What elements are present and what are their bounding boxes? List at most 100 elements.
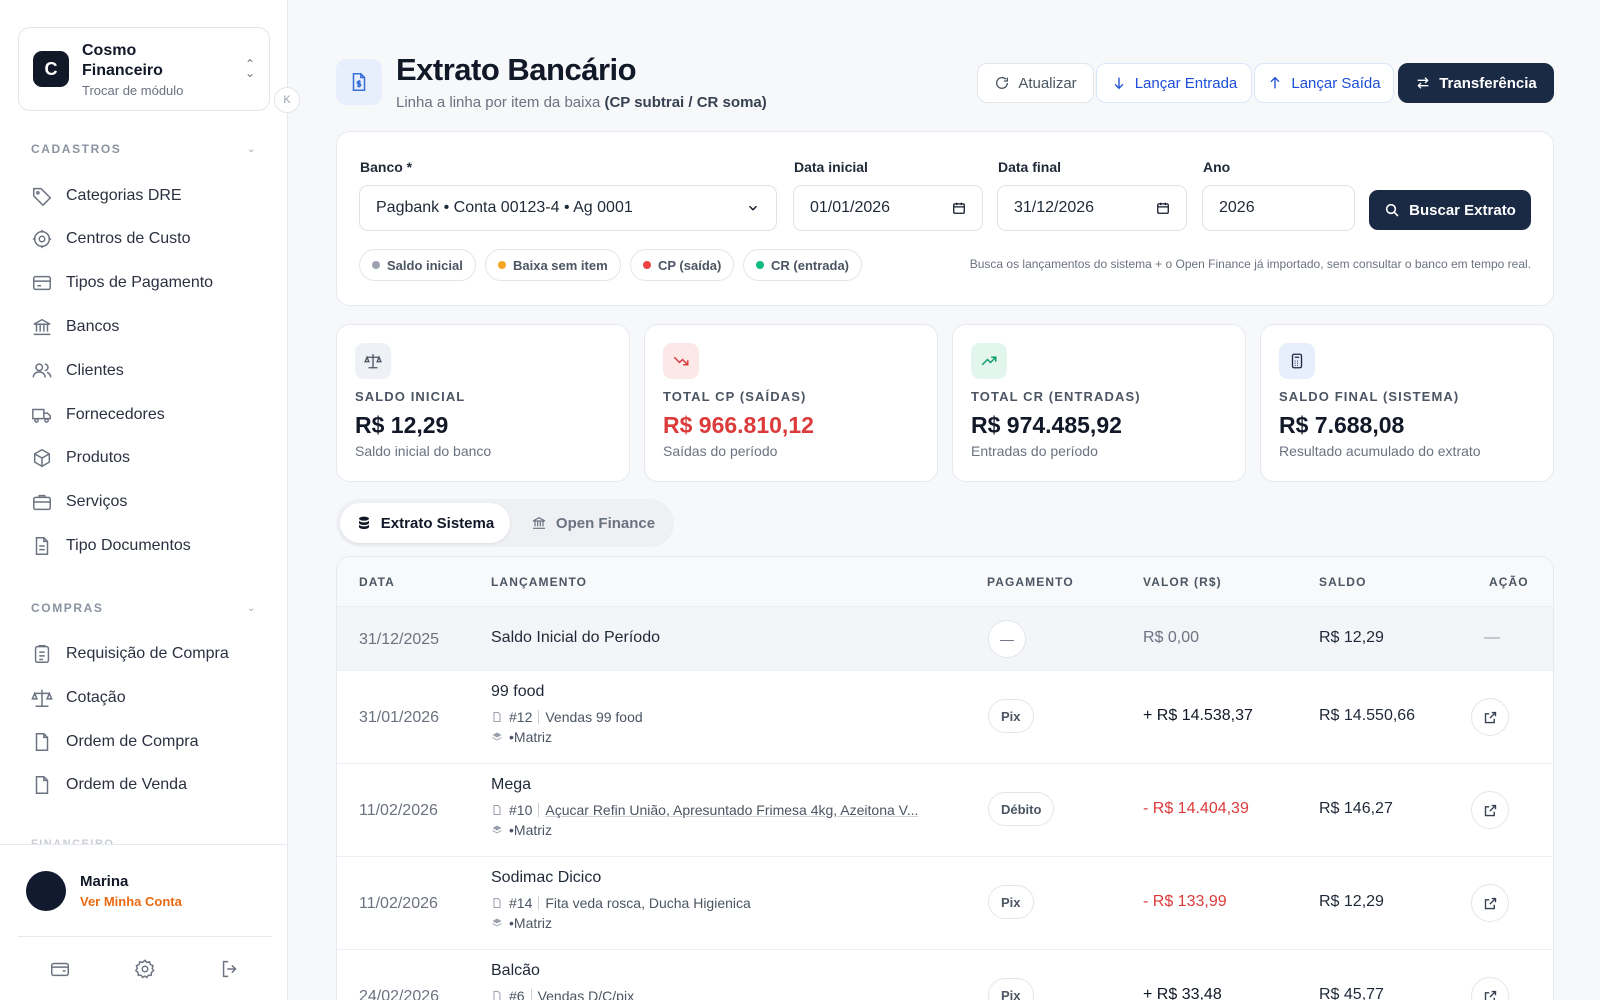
sidebar-item-label: Requisição de Compra (66, 645, 229, 662)
box-icon (33, 448, 51, 468)
add-income-button[interactable]: Lançar Entrada (1096, 63, 1252, 103)
year-value: 2026 (1219, 199, 1255, 216)
start-date-value: 01/01/2026 (810, 199, 891, 216)
sidebar-item-label: Bancos (66, 318, 120, 335)
table-header: DATA LANÇAMENTO PAGAMENTO VALOR (R$) SAL… (337, 557, 1553, 607)
table-row[interactable]: 31/01/2026 99 food #12 Vendas 99 food •M… (337, 671, 1553, 764)
sidebar-item-bancos[interactable]: Bancos (31, 312, 271, 342)
sidebar-item-tipos-de-pagamento[interactable]: Tipos de Pagamento (31, 268, 271, 298)
add-expense-label: Lançar Saída (1291, 74, 1381, 92)
row-branch-name: •Matriz (509, 729, 553, 745)
bank-icon (532, 516, 546, 529)
kpi-description: Saídas do período (663, 443, 778, 459)
sidebar-item-label: Produtos (66, 449, 131, 466)
table-row[interactable]: 11/02/2026 Mega #10 Açucar Refin União, … (337, 764, 1553, 857)
logout-icon[interactable] (219, 958, 241, 980)
sidebar-item-servicos[interactable]: Serviços (31, 487, 271, 517)
column-header-balance: SALDO (1319, 575, 1367, 589)
end-date-input[interactable]: 31/12/2026 (997, 185, 1187, 231)
kpi-label: SALDO FINAL (SISTEMA) (1279, 389, 1460, 404)
row-balance: R$ 14.550,66 (1319, 707, 1416, 724)
sidebar-item-cotacao[interactable]: Cotação (31, 683, 271, 713)
kpi-label: TOTAL CR (ENTRADAS) (971, 389, 1141, 404)
bank-icon (33, 318, 51, 336)
row-description: Fita veda rosca, Ducha Higienica (545, 895, 751, 911)
brand-name: Cosmo Financeiro (82, 41, 163, 79)
row-balance: R$ 45,77 (1319, 986, 1384, 1000)
row-doc-number: #6 (509, 988, 525, 1000)
payment-chip: — (988, 620, 1026, 658)
wallet-icon[interactable] (49, 958, 71, 980)
sidebar-item-fornecedores[interactable]: Fornecedores (31, 400, 271, 430)
section-cadastros[interactable]: CADASTROS ⌄ (31, 142, 257, 156)
add-expense-button[interactable]: Lançar Saída (1254, 63, 1394, 103)
end-date-value: 31/12/2026 (1014, 199, 1095, 216)
row-date: 31/01/2026 (359, 709, 440, 726)
year-label: Ano (1203, 159, 1231, 175)
row-doc-number: #10 (509, 802, 533, 818)
search-statement-button[interactable]: Buscar Extrato (1369, 190, 1531, 230)
sidebar-item-ordem-de-compra[interactable]: Ordem de Compra (31, 727, 271, 757)
file-icon (493, 991, 501, 1000)
trending-down-icon (663, 343, 699, 379)
truck-icon (32, 408, 51, 423)
refresh-button[interactable]: Atualizar (977, 63, 1094, 103)
open-entry-button[interactable] (1471, 791, 1509, 829)
kpi-saldo-inicial: SALDO INICIAL R$ 12,29 Saldo inicial do … (336, 324, 630, 482)
module-switcher[interactable]: C Cosmo Financeiro Trocar de módulo ⌃ ⌄ (18, 27, 270, 111)
add-income-label: Lançar Entrada (1134, 74, 1238, 92)
sidebar-item-ordem-de-venda[interactable]: Ordem de Venda (31, 770, 271, 800)
sidebar-item-requisicao-de-compra[interactable]: Requisição de Compra (31, 639, 271, 669)
kpi-label: SALDO INICIAL (355, 389, 466, 404)
table-row[interactable]: 31/12/2025 Saldo Inicial do Período — R$… (337, 607, 1553, 671)
tag-icon (33, 187, 52, 207)
year-input[interactable]: 2026 (1202, 185, 1355, 231)
row-date: 11/02/2026 (359, 802, 438, 819)
section-compras[interactable]: COMPRAS ⌄ (31, 601, 257, 615)
my-account-link[interactable]: Ver Minha Conta (80, 894, 182, 909)
search-icon (1386, 203, 1399, 217)
sidebar-item-tipo-documentos[interactable]: Tipo Documentos (31, 531, 271, 561)
open-entry-button[interactable] (1471, 977, 1509, 1000)
refresh-label: Atualizar (1018, 74, 1077, 92)
bank-label: Banco * (360, 159, 413, 175)
sidebar-item-produtos[interactable]: Produtos (31, 443, 271, 473)
start-date-input[interactable]: 01/01/2026 (793, 185, 983, 231)
open-entry-button[interactable] (1471, 884, 1509, 922)
legend-chip-saldo-inicial: Saldo inicial (359, 249, 476, 281)
view-tabs: Extrato Sistema Open Finance (336, 499, 674, 547)
gear-icon[interactable] (134, 958, 156, 980)
row-action-empty: — (1484, 629, 1500, 646)
sidebar-item-centros-de-custo[interactable]: Centros de Custo (31, 224, 271, 254)
collapse-sidebar-button[interactable]: K (274, 87, 300, 113)
tab-open-finance[interactable]: Open Finance (516, 503, 670, 543)
file-icon (35, 776, 49, 794)
legend-dot (498, 261, 506, 269)
sidebar-footer (18, 936, 272, 1000)
sidebar-item-categorias-dre[interactable]: Categorias DRE (31, 181, 271, 211)
sidebar-item-label: Centros de Custo (66, 230, 191, 247)
open-entry-button[interactable] (1471, 698, 1509, 736)
user-account[interactable]: Marina Ver Minha Conta (0, 844, 288, 936)
start-date-label: Data inicial (794, 159, 868, 175)
file-icon (35, 733, 49, 751)
swap-icon (1417, 77, 1429, 89)
row-branch-name: •Matriz (509, 822, 553, 838)
legend-dot (756, 261, 764, 269)
calendar-icon[interactable] (952, 201, 966, 215)
page-title: Extrato Bancário (396, 52, 637, 87)
row-description[interactable]: Açucar Refin União, Apresuntado Frimesa … (545, 802, 918, 818)
sidebar-item-clientes[interactable]: Clientes (31, 356, 271, 386)
calendar-icon[interactable] (1156, 201, 1170, 215)
transfer-label: Transferência (1439, 74, 1537, 92)
kpi-description: Saldo inicial do banco (355, 443, 492, 459)
row-title: Saldo Inicial do Período (491, 629, 660, 646)
bank-select[interactable]: Pagbank • Conta 00123-4 • Ag 0001 (359, 185, 777, 231)
transfer-button[interactable]: Transferência (1398, 63, 1554, 103)
tab-extrato-sistema[interactable]: Extrato Sistema (340, 503, 510, 543)
table-row[interactable]: 24/02/2026 Balcão #6 Vendas D/C/pix Pix … (337, 950, 1553, 1000)
table-row[interactable]: 11/02/2026 Sodimac Dicico #14 Fita veda … (337, 857, 1553, 950)
filter-card: Banco * Pagbank • Conta 00123-4 • Ag 000… (336, 131, 1554, 306)
sidebar: C Cosmo Financeiro Trocar de módulo ⌃ ⌄ K… (0, 0, 300, 1000)
row-title: Sodimac Dicico (491, 869, 602, 886)
